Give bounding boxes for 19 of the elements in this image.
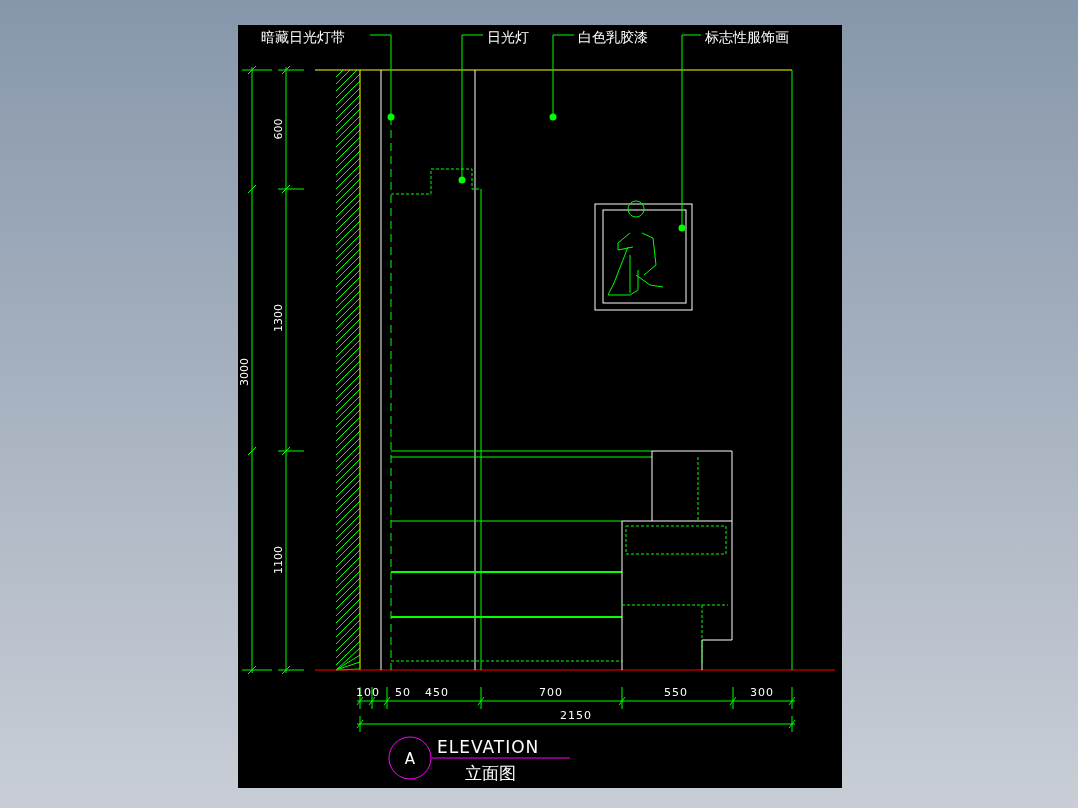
dimension-value: 1300 — [272, 304, 285, 332]
dimension-value: 600 — [272, 118, 285, 140]
drawing-subtitle: 立面图 — [465, 763, 516, 783]
dimension-value: 550 — [664, 686, 688, 699]
dimension-value: 3000 — [238, 358, 251, 386]
dimension-value: 100 — [356, 686, 380, 699]
dimension-value: 1100 — [272, 546, 285, 574]
dimension-value: 300 — [750, 686, 774, 699]
section-marker-letter: A — [404, 750, 416, 768]
section-marker-circle — [388, 736, 432, 780]
drawing-title: ELEVATION — [437, 737, 540, 757]
dimension-value: 50 — [395, 686, 411, 699]
callout-label: 标志性服饰画 — [705, 29, 789, 45]
callout-label: 日光灯 — [487, 29, 529, 45]
dimension-value: 450 — [425, 686, 449, 699]
callout-label: 暗藏日光灯带 — [261, 29, 345, 45]
dimension-value: 2150 — [560, 709, 592, 722]
dimension-value: 700 — [539, 686, 563, 699]
callout-label: 白色乳胶漆 — [578, 29, 648, 45]
